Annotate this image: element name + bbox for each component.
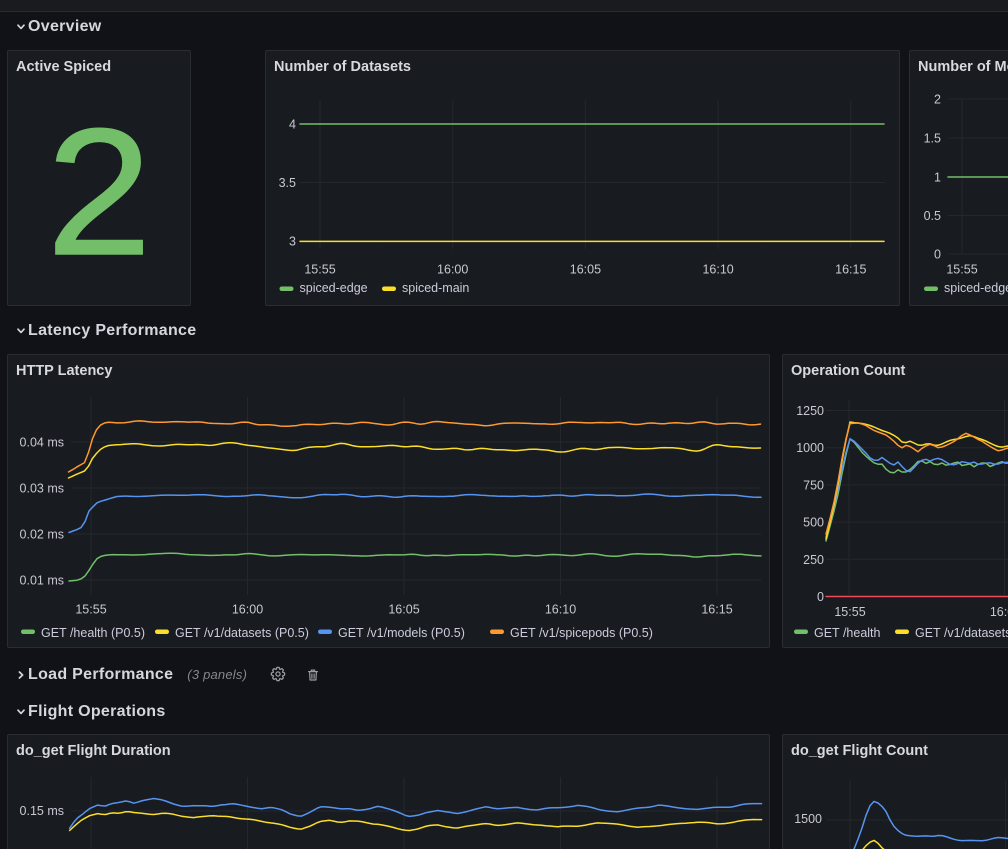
svg-text:GET /health: GET /health — [814, 626, 881, 640]
svg-text:GET /health (P0.5): GET /health (P0.5) — [41, 626, 145, 640]
svg-text:GET /v1/datasets (P0.5): GET /v1/datasets (P0.5) — [175, 626, 309, 640]
svg-text:15:55: 15:55 — [304, 263, 335, 277]
svg-text:spiced-main: spiced-main — [402, 281, 469, 295]
svg-text:GET /v1/datasets (P0.5): GET /v1/datasets (P0.5) — [915, 626, 1008, 640]
svg-text:1500: 1500 — [794, 812, 822, 826]
svg-text:2: 2 — [934, 92, 941, 106]
svg-text:1000: 1000 — [796, 441, 824, 455]
svg-text:15:55: 15:55 — [834, 605, 865, 619]
svg-text:1.5: 1.5 — [924, 131, 941, 145]
svg-text:500: 500 — [803, 516, 824, 530]
svg-text:15:55: 15:55 — [75, 603, 106, 617]
svg-text:0.04 ms: 0.04 ms — [20, 435, 64, 449]
svg-text:16:05: 16:05 — [570, 263, 601, 277]
svg-text:16:00: 16:00 — [437, 263, 468, 277]
svg-text:GET /v1/spicepods (P0.5): GET /v1/spicepods (P0.5) — [510, 626, 653, 640]
svg-text:16:10: 16:10 — [545, 603, 576, 617]
svg-text:16:15: 16:15 — [835, 263, 866, 277]
svg-text:1250: 1250 — [796, 404, 824, 418]
svg-text:16:00: 16:00 — [232, 603, 263, 617]
svg-text:0.15 ms: 0.15 ms — [20, 804, 64, 818]
svg-text:0: 0 — [934, 247, 941, 261]
svg-text:0.5: 0.5 — [924, 209, 941, 223]
svg-text:4: 4 — [289, 117, 296, 131]
svg-text:0.02 ms: 0.02 ms — [20, 527, 64, 541]
svg-text:16:10: 16:10 — [702, 263, 733, 277]
svg-text:16:15: 16:15 — [701, 603, 732, 617]
svg-text:1: 1 — [934, 170, 941, 184]
svg-text:250: 250 — [803, 553, 824, 567]
svg-text:15:55: 15:55 — [946, 263, 977, 277]
svg-text:3.5: 3.5 — [279, 176, 296, 190]
svg-text:0.03 ms: 0.03 ms — [20, 481, 64, 495]
svg-text:GET /v1/models (P0.5): GET /v1/models (P0.5) — [338, 626, 465, 640]
svg-text:spiced-edge: spiced-edge — [300, 281, 368, 295]
svg-text:3: 3 — [289, 234, 296, 248]
svg-text:750: 750 — [803, 478, 824, 492]
svg-text:0: 0 — [817, 590, 824, 604]
svg-text:16:00: 16:00 — [990, 605, 1008, 619]
svg-text:0.01 ms: 0.01 ms — [20, 573, 64, 587]
svg-text:16:05: 16:05 — [388, 603, 419, 617]
svg-text:spiced-edge: spiced-edge — [944, 281, 1008, 295]
